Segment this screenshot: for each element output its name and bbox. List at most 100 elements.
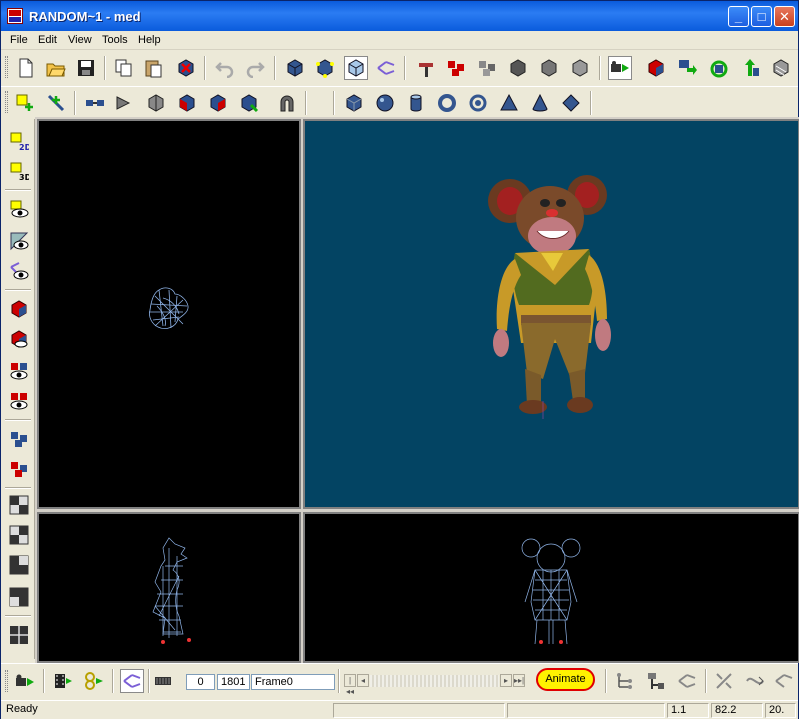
paste-icon[interactable] bbox=[142, 56, 166, 80]
paint-bone-icon[interactable] bbox=[414, 56, 438, 80]
maximize-button[interactable]: □ bbox=[751, 6, 772, 27]
menu-view[interactable]: View bbox=[68, 34, 92, 46]
frame-name-field[interactable]: Frame0 bbox=[251, 674, 335, 690]
camera-play-icon[interactable] bbox=[13, 669, 37, 693]
spline-icon[interactable] bbox=[743, 669, 767, 693]
menu-help[interactable]: Help bbox=[138, 34, 161, 46]
layout-3-icon[interactable] bbox=[7, 553, 31, 577]
layout-2-icon[interactable] bbox=[7, 523, 31, 547]
side-viewport[interactable] bbox=[37, 512, 301, 663]
window-title: RANDOM~1 - med bbox=[29, 9, 141, 24]
split-cube-icon[interactable] bbox=[144, 91, 168, 115]
red-blocks-icon[interactable] bbox=[444, 56, 468, 80]
layout-4-icon[interactable] bbox=[7, 585, 31, 609]
minimize-button[interactable]: _ bbox=[728, 6, 749, 27]
rewind-button[interactable]: |◂◂ bbox=[344, 674, 356, 696]
delete-icon[interactable] bbox=[174, 56, 198, 80]
skeleton-icon[interactable] bbox=[644, 669, 668, 693]
eye-joint-icon[interactable] bbox=[7, 259, 31, 283]
film-icon[interactable] bbox=[51, 669, 75, 693]
toolbar-separator bbox=[112, 669, 114, 693]
blue-blocks-icon[interactable] bbox=[7, 427, 31, 451]
rotate-icon[interactable] bbox=[707, 56, 731, 80]
red-cube-hide-icon[interactable] bbox=[7, 327, 31, 351]
end-frame-field[interactable]: 1801 bbox=[217, 674, 250, 690]
frame-strip-icon[interactable] bbox=[151, 669, 175, 693]
start-frame-field[interactable]: 0 bbox=[186, 674, 215, 690]
undo-icon[interactable] bbox=[213, 56, 237, 80]
red-face-icon[interactable] bbox=[175, 91, 199, 115]
close-button[interactable]: ✕ bbox=[774, 6, 795, 27]
bone-chain-icon[interactable] bbox=[772, 669, 796, 693]
front-viewport[interactable] bbox=[303, 512, 799, 663]
grey-blocks-icon[interactable] bbox=[475, 56, 499, 80]
primitive-torus-icon[interactable] bbox=[435, 91, 459, 115]
cube-light-icon[interactable] bbox=[568, 56, 592, 80]
title-bar[interactable]: RANDOM~1 - med _ □ ✕ bbox=[1, 1, 798, 31]
vertex-cube-icon[interactable] bbox=[313, 56, 337, 80]
primitive-diamond-icon[interactable] bbox=[559, 91, 583, 115]
extrude-icon[interactable] bbox=[113, 91, 137, 115]
layout-1-icon[interactable] bbox=[7, 493, 31, 517]
bone-link-icon[interactable] bbox=[374, 56, 398, 80]
toolbar-grip[interactable] bbox=[5, 670, 8, 692]
red-cube-show-icon[interactable] bbox=[7, 297, 31, 321]
primitive-cone-icon[interactable] bbox=[528, 91, 552, 115]
primitives-toolbar bbox=[1, 86, 798, 118]
magnet-icon[interactable] bbox=[275, 91, 299, 115]
eye-edit-icon[interactable] bbox=[7, 229, 31, 253]
app-icon[interactable] bbox=[7, 8, 23, 24]
animate-button[interactable]: Animate bbox=[536, 668, 595, 691]
face-select-icon[interactable] bbox=[237, 91, 261, 115]
perspective-viewport[interactable] bbox=[303, 119, 799, 509]
red-cube-icon[interactable] bbox=[206, 91, 230, 115]
view-3d-icon[interactable]: 3D bbox=[7, 159, 31, 183]
texture-cube-icon[interactable] bbox=[344, 56, 368, 80]
menu-file[interactable]: File bbox=[10, 34, 28, 46]
bone-link-icon[interactable] bbox=[120, 669, 144, 693]
move-down-icon[interactable] bbox=[675, 56, 699, 80]
primitive-cube-icon[interactable] bbox=[342, 91, 366, 115]
redo-icon[interactable] bbox=[243, 56, 267, 80]
add-joint-icon[interactable] bbox=[44, 91, 68, 115]
previous-frame-button[interactable]: ◂ bbox=[357, 674, 369, 687]
cube-dark-icon[interactable] bbox=[506, 56, 530, 80]
front-wireframe bbox=[521, 538, 581, 645]
top-viewport[interactable] bbox=[37, 119, 301, 509]
red-cube-icon[interactable] bbox=[644, 56, 668, 80]
end-frame-button[interactable]: ▸▸| bbox=[513, 674, 525, 687]
save-icon[interactable] bbox=[74, 56, 98, 80]
toolbar-grip[interactable] bbox=[5, 56, 8, 78]
next-frame-button[interactable]: ▸ bbox=[500, 674, 512, 687]
eye-camera-icon[interactable] bbox=[7, 197, 31, 221]
primitive-pyramid-icon[interactable] bbox=[497, 91, 521, 115]
red-blocks-icon[interactable] bbox=[7, 457, 31, 481]
bone-play-icon[interactable] bbox=[82, 669, 106, 693]
move-up-icon[interactable] bbox=[738, 56, 762, 80]
timeline-slider[interactable] bbox=[370, 675, 499, 687]
primitive-sphere-icon[interactable] bbox=[373, 91, 397, 115]
open-folder-icon[interactable] bbox=[44, 56, 68, 80]
toolbar-separator bbox=[204, 56, 206, 80]
primitive-cylinder-icon[interactable] bbox=[404, 91, 428, 115]
layout-5-icon[interactable] bbox=[7, 623, 31, 647]
cube-grey-icon[interactable] bbox=[537, 56, 561, 80]
toolbar-grip[interactable] bbox=[5, 91, 8, 113]
mirror-bone-icon[interactable] bbox=[712, 669, 736, 693]
solid-cube-icon[interactable] bbox=[283, 56, 307, 80]
primitive-tube-icon[interactable] bbox=[466, 91, 490, 115]
menu-tools[interactable]: Tools bbox=[102, 34, 128, 46]
cube-stripes-icon[interactable] bbox=[769, 56, 793, 80]
bone-edit-icon[interactable] bbox=[675, 669, 699, 693]
eye-red-icon[interactable] bbox=[7, 389, 31, 413]
status-field-3: 1.1 bbox=[667, 703, 709, 718]
add-point-icon[interactable] bbox=[13, 91, 37, 115]
copy-icon[interactable] bbox=[112, 56, 136, 80]
camera-play-icon[interactable] bbox=[608, 56, 632, 80]
joint-tree-icon[interactable] bbox=[613, 669, 637, 693]
menu-edit[interactable]: Edit bbox=[38, 34, 57, 46]
link-icon[interactable] bbox=[83, 91, 107, 115]
new-file-icon[interactable] bbox=[14, 56, 38, 80]
eye-cubes-icon[interactable] bbox=[7, 359, 31, 383]
view-2d-icon[interactable]: 2D bbox=[7, 129, 31, 153]
